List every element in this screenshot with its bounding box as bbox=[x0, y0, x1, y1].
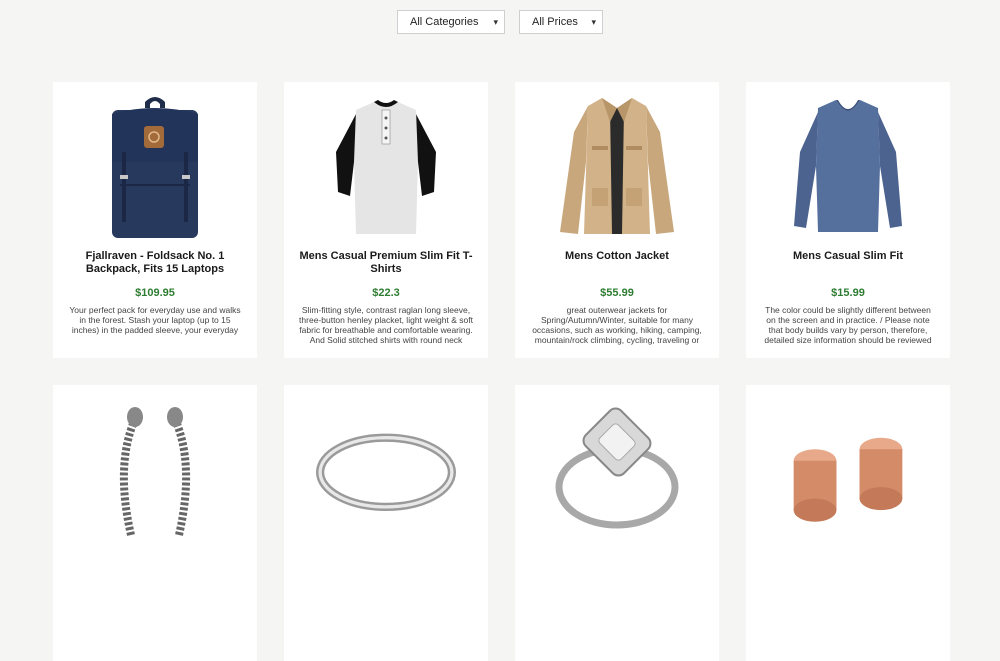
silver-ring-icon bbox=[316, 395, 456, 543]
filter-bar: All Categories ▾ All Prices ▾ bbox=[0, 10, 1000, 34]
product-card[interactable] bbox=[284, 385, 488, 661]
product-card[interactable] bbox=[53, 385, 257, 661]
product-title[interactable]: Mens Casual Slim Fit bbox=[793, 250, 903, 276]
jacket-icon bbox=[547, 92, 687, 240]
product-title[interactable]: Mens Cotton Jacket bbox=[565, 250, 669, 276]
product-description: Slim-fitting style, contrast raglan long… bbox=[299, 305, 473, 345]
long-sleeve-shirt-icon bbox=[778, 92, 918, 240]
product-card[interactable]: Mens Casual Premium Slim Fit T-Shirts $2… bbox=[284, 82, 488, 358]
product-price: $22.3 bbox=[372, 287, 400, 299]
rose-gold-earrings-icon bbox=[778, 395, 918, 543]
category-select[interactable]: All Categories ▾ bbox=[397, 10, 505, 34]
product-price: $15.99 bbox=[831, 287, 865, 299]
product-card[interactable]: Fjallraven - Foldsack No. 1 Backpack, Fi… bbox=[53, 82, 257, 358]
product-title[interactable]: Fjallraven - Foldsack No. 1 Backpack, Fi… bbox=[67, 250, 243, 276]
category-select-value: All Categories bbox=[410, 16, 479, 28]
product-grid: Fjallraven - Foldsack No. 1 Backpack, Fi… bbox=[53, 82, 950, 661]
henley-shirt-icon bbox=[316, 92, 456, 240]
product-title[interactable]: Mens Casual Premium Slim Fit T-Shirts bbox=[298, 250, 474, 276]
chevron-down-icon: ▾ bbox=[493, 16, 498, 27]
diamond-ring-icon bbox=[547, 395, 687, 543]
product-price: $109.95 bbox=[135, 287, 175, 299]
product-card[interactable]: Mens Casual Slim Fit $15.99 The color co… bbox=[746, 82, 950, 358]
chevron-down-icon: ▾ bbox=[591, 16, 596, 27]
product-card[interactable]: Mens Cotton Jacket $55.99 great outerwea… bbox=[515, 82, 719, 358]
product-description: The color could be slightly different be… bbox=[764, 305, 932, 345]
bracelet-icon bbox=[85, 395, 225, 543]
backpack-icon bbox=[85, 92, 225, 240]
product-description: great outerwear jackets for Spring/Autum… bbox=[532, 305, 702, 345]
product-description: Your perfect pack for everyday use and w… bbox=[69, 305, 241, 335]
product-card[interactable] bbox=[746, 385, 950, 661]
price-select[interactable]: All Prices ▾ bbox=[519, 10, 603, 34]
price-select-value: All Prices bbox=[532, 16, 578, 28]
product-price: $55.99 bbox=[600, 287, 634, 299]
product-card[interactable] bbox=[515, 385, 719, 661]
